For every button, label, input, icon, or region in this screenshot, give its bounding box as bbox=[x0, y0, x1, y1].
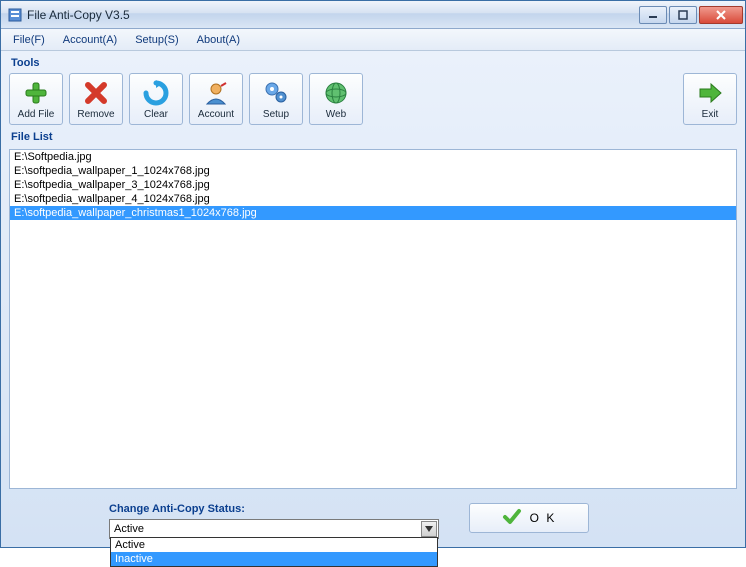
chevron-down-icon bbox=[421, 521, 437, 537]
check-icon bbox=[502, 507, 522, 530]
titlebar: File Anti-Copy V3.5 bbox=[1, 1, 745, 29]
filelist-label: File List bbox=[9, 129, 737, 147]
exit-button[interactable]: Exit bbox=[683, 73, 737, 125]
status-select[interactable]: Active ActiveInactive bbox=[109, 519, 439, 539]
minimize-button[interactable] bbox=[639, 6, 667, 24]
refresh-icon bbox=[142, 79, 170, 107]
bottom-row: Change Anti-Copy Status: Active ActiveIn… bbox=[9, 497, 737, 539]
menu-about[interactable]: About(A) bbox=[189, 32, 248, 48]
status-column: Change Anti-Copy Status: Active ActiveIn… bbox=[109, 503, 439, 539]
clear-button[interactable]: Clear bbox=[129, 73, 183, 125]
menubar: File(F) Account(A) Setup(S) About(A) bbox=[1, 29, 745, 51]
file-row[interactable]: E:\softpedia_wallpaper_christmas1_1024x7… bbox=[10, 206, 736, 220]
close-button[interactable] bbox=[699, 6, 743, 24]
status-value: Active bbox=[114, 523, 144, 535]
status-label: Change Anti-Copy Status: bbox=[109, 503, 439, 515]
toolbar: Add File Remove Clear Account Setup Web bbox=[9, 73, 737, 125]
x-icon bbox=[82, 79, 110, 107]
account-label: Account bbox=[198, 109, 234, 120]
arrow-right-icon bbox=[696, 79, 724, 107]
remove-button[interactable]: Remove bbox=[69, 73, 123, 125]
web-button[interactable]: Web bbox=[309, 73, 363, 125]
gear-icon bbox=[262, 79, 290, 107]
add-file-button[interactable]: Add File bbox=[9, 73, 63, 125]
file-list[interactable]: E:\Softpedia.jpgE:\softpedia_wallpaper_1… bbox=[9, 149, 737, 489]
maximize-button[interactable] bbox=[669, 6, 697, 24]
remove-label: Remove bbox=[77, 109, 114, 120]
clear-label: Clear bbox=[144, 109, 168, 120]
menu-file[interactable]: File(F) bbox=[5, 32, 53, 48]
tools-label: Tools bbox=[9, 55, 737, 73]
ok-button[interactable]: O K bbox=[469, 503, 589, 533]
menu-account[interactable]: Account(A) bbox=[55, 32, 125, 48]
setup-label: Setup bbox=[263, 109, 289, 120]
menu-setup[interactable]: Setup(S) bbox=[127, 32, 186, 48]
file-row[interactable]: E:\softpedia_wallpaper_1_1024x768.jpg bbox=[10, 164, 736, 178]
file-row[interactable]: E:\softpedia_wallpaper_3_1024x768.jpg bbox=[10, 178, 736, 192]
setup-button[interactable]: Setup bbox=[249, 73, 303, 125]
ok-label: O K bbox=[530, 511, 557, 525]
account-button[interactable]: Account bbox=[189, 73, 243, 125]
file-row[interactable]: E:\softpedia_wallpaper_4_1024x768.jpg bbox=[10, 192, 736, 206]
status-option[interactable]: Inactive bbox=[111, 552, 437, 566]
file-row[interactable]: E:\Softpedia.jpg bbox=[10, 150, 736, 164]
plus-icon bbox=[22, 79, 50, 107]
add-file-label: Add File bbox=[18, 109, 55, 120]
globe-icon bbox=[322, 79, 350, 107]
content-area: Tools Add File Remove Clear Account Setu… bbox=[1, 51, 745, 547]
user-icon bbox=[202, 79, 230, 107]
status-dropdown: ActiveInactive bbox=[110, 537, 438, 567]
web-label: Web bbox=[326, 109, 346, 120]
status-option[interactable]: Active bbox=[111, 538, 437, 552]
exit-label: Exit bbox=[702, 109, 719, 120]
app-window: File Anti-Copy V3.5 File(F) Account(A) S… bbox=[0, 0, 746, 548]
toolbar-spacer bbox=[369, 73, 677, 125]
window-title: File Anti-Copy V3.5 bbox=[27, 8, 639, 22]
app-icon bbox=[7, 7, 23, 23]
window-controls bbox=[639, 6, 743, 24]
